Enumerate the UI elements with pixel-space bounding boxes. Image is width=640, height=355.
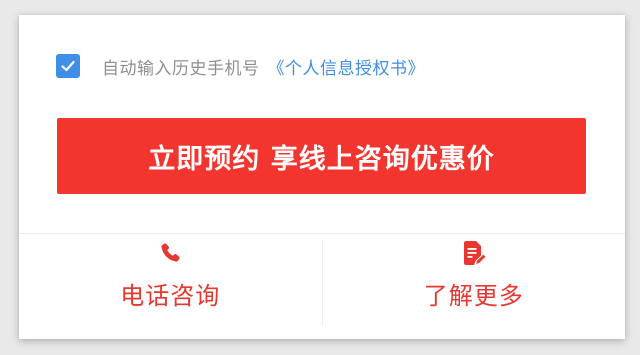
phone-consult-button[interactable]: 电话咨询 bbox=[19, 234, 322, 340]
phone-consult-label: 电话咨询 bbox=[120, 282, 221, 310]
document-edit-icon bbox=[462, 238, 486, 268]
footer-actions: 电话咨询 了解更多 bbox=[19, 233, 625, 340]
book-now-button[interactable]: 立即预约 享线上咨询优惠价 bbox=[57, 118, 586, 194]
privacy-authorization-link[interactable]: 《个人信息授权书》 bbox=[268, 54, 426, 79]
learn-more-button[interactable]: 了解更多 bbox=[323, 234, 626, 340]
learn-more-label: 了解更多 bbox=[423, 282, 524, 310]
auto-fill-checkbox[interactable] bbox=[56, 54, 80, 78]
phone-icon bbox=[158, 238, 182, 268]
booking-card: 自动输入历史手机号 《个人信息授权书》 立即预约 享线上咨询优惠价 电话咨询 了… bbox=[19, 15, 625, 339]
consent-row: 自动输入历史手机号 《个人信息授权书》 bbox=[56, 53, 425, 79]
consent-label: 自动输入历史手机号 bbox=[102, 58, 260, 79]
checkmark-icon bbox=[61, 60, 75, 72]
